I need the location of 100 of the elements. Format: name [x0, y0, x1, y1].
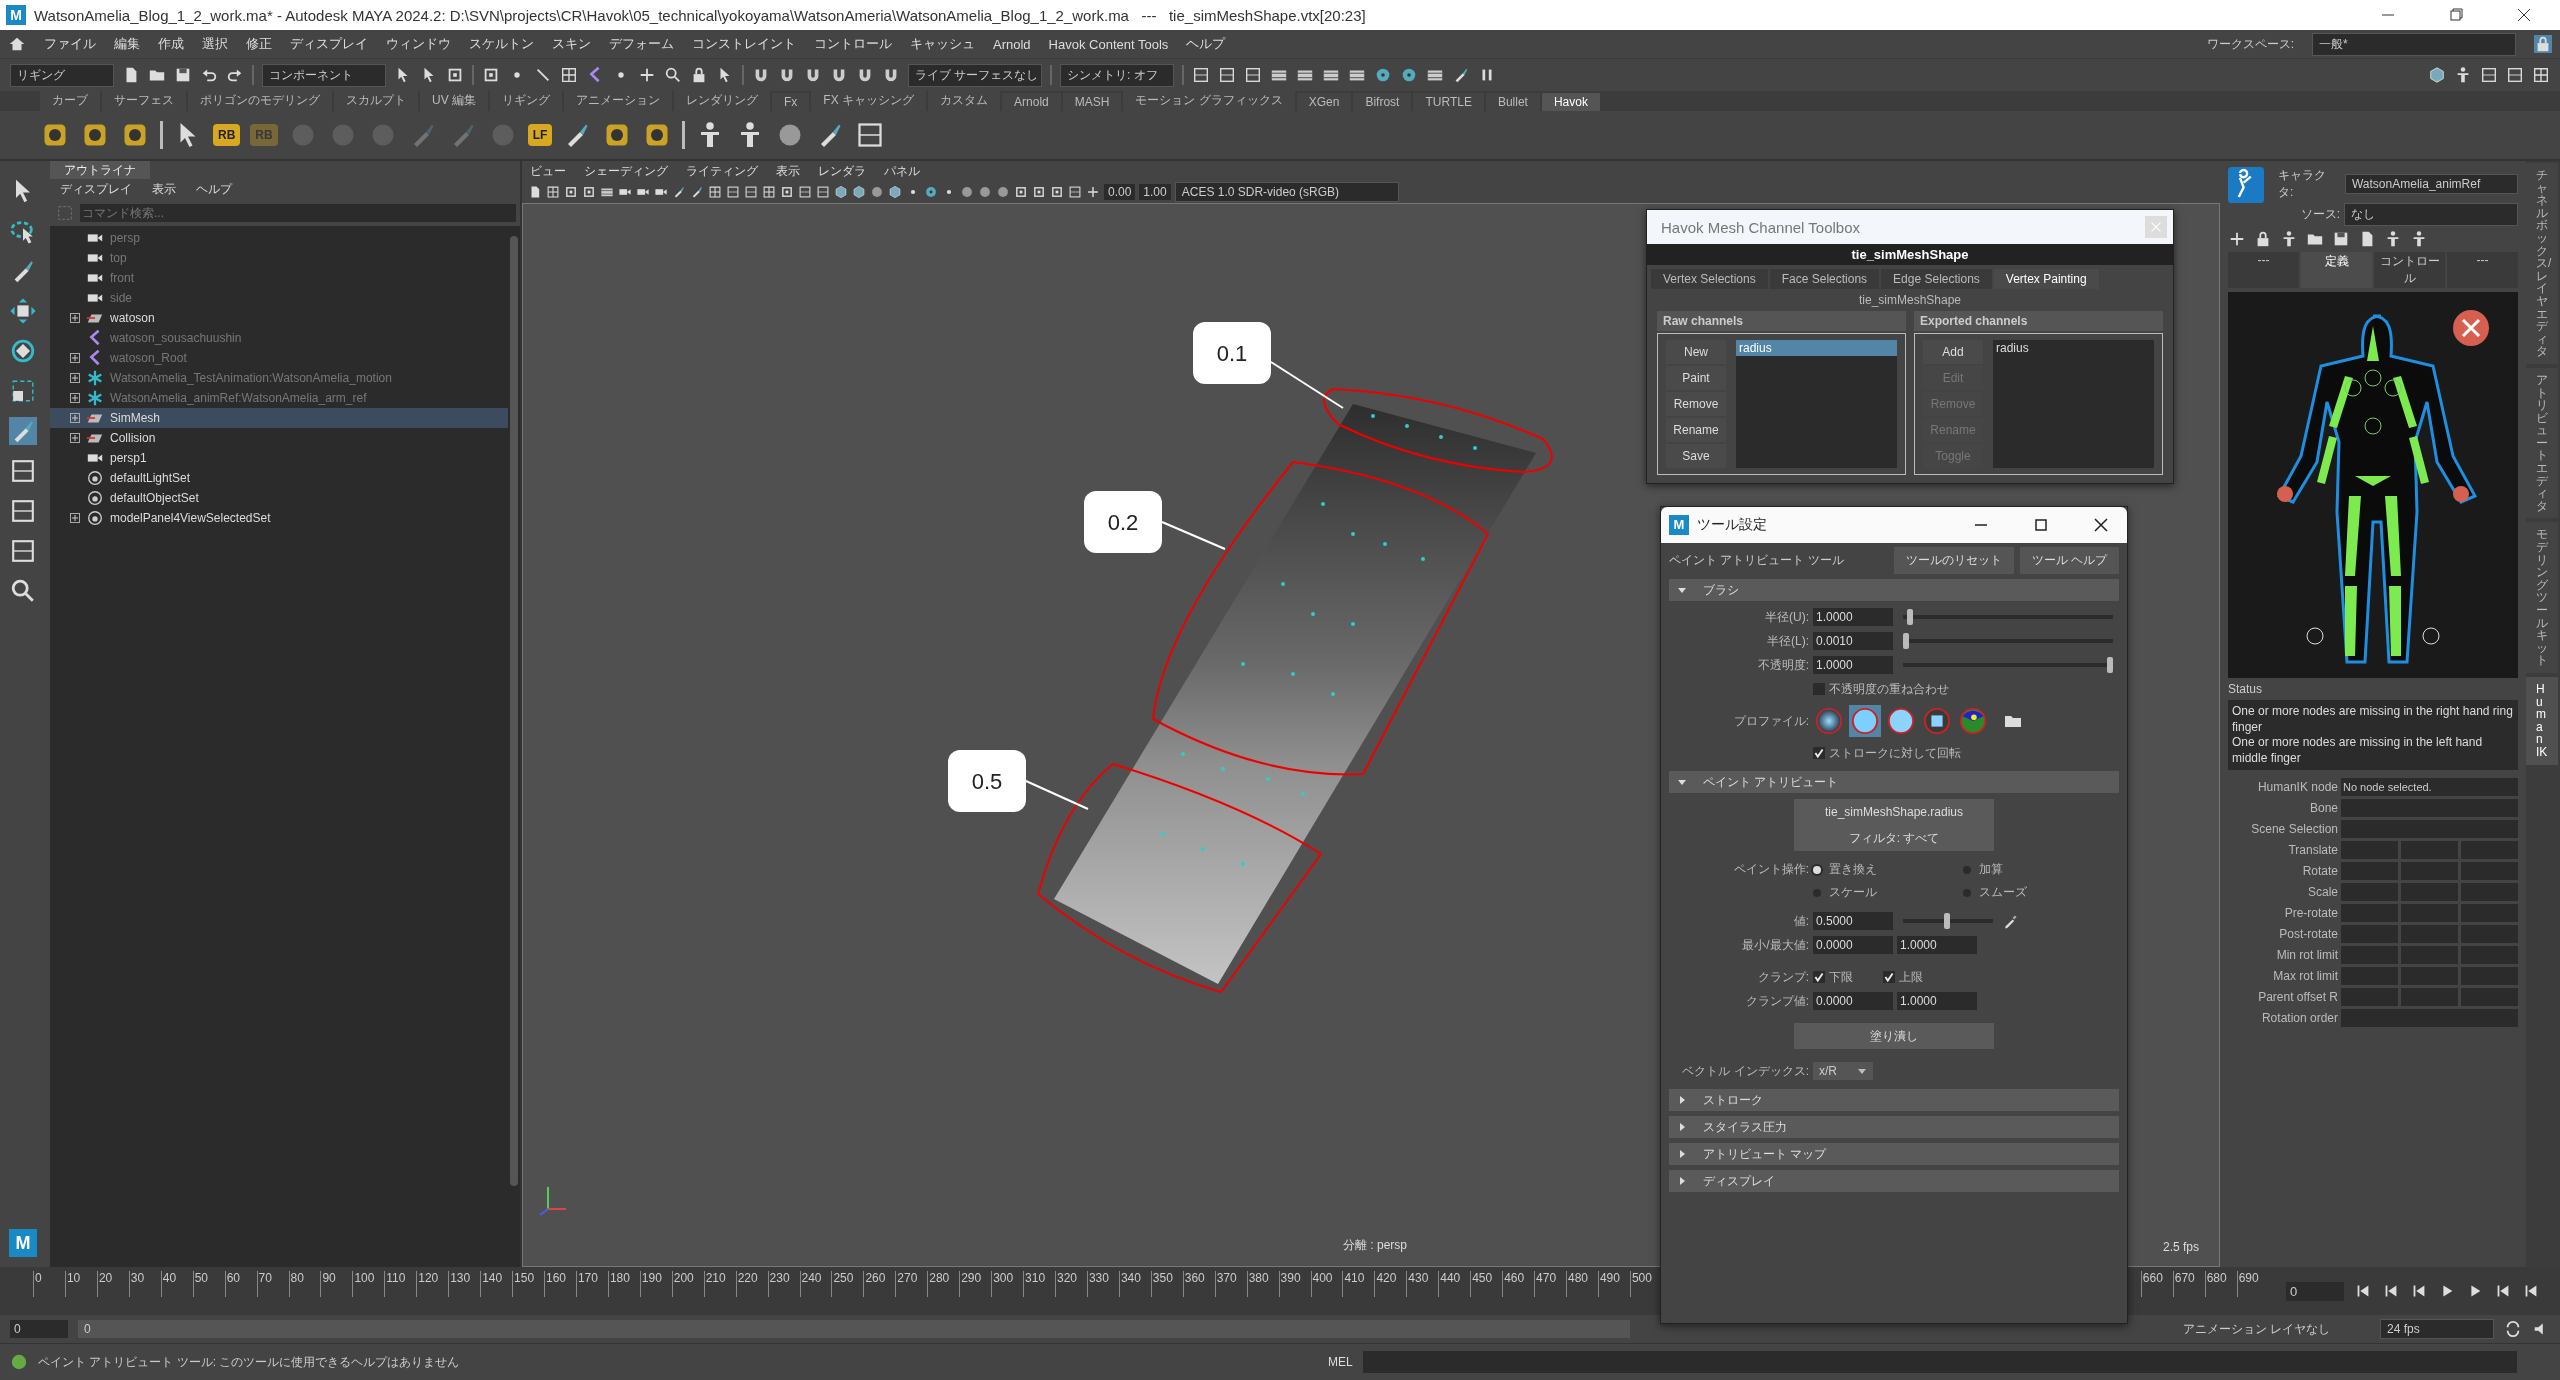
checkbox[interactable] — [1813, 683, 1825, 695]
grid-icon[interactable] — [708, 185, 722, 199]
disclosure-triangle-icon[interactable] — [1677, 1149, 1687, 1159]
menu-item[interactable]: ヘルプ — [1186, 35, 1226, 53]
sphere-icon[interactable] — [960, 185, 974, 199]
tab[interactable]: Edge Selections — [1881, 269, 1992, 289]
shelf-tab[interactable]: レンダリング — [674, 90, 770, 111]
slider-thumb[interactable] — [1903, 633, 1909, 649]
layout-icon[interactable] — [2506, 66, 2524, 84]
layout-icon[interactable] — [9, 537, 37, 565]
shelf-tab[interactable]: TURTLE — [1413, 93, 1484, 111]
brush-icon[interactable] — [672, 185, 686, 199]
value-field[interactable] — [2341, 820, 2518, 839]
channel-button[interactable]: New — [1666, 340, 1726, 364]
home-icon[interactable] — [8, 35, 26, 53]
expand-icon[interactable] — [70, 373, 80, 383]
soft-brush-icon[interactable] — [1813, 705, 1845, 737]
brush-icon[interactable] — [690, 185, 704, 199]
square-icon[interactable] — [482, 66, 500, 84]
value-field[interactable] — [2401, 883, 2458, 902]
flood-button[interactable]: 塗り潰し — [1794, 1023, 1994, 1049]
disclosure-triangle-icon[interactable] — [1677, 585, 1687, 595]
value-field[interactable] — [2461, 883, 2518, 902]
menu-item[interactable]: 選択 — [202, 35, 228, 53]
value-field[interactable] — [2341, 883, 2398, 902]
menu-item[interactable]: 作成 — [158, 35, 184, 53]
grid-icon[interactable] — [2532, 66, 2550, 84]
sphere-icon[interactable] — [996, 185, 1010, 199]
color-space-dropdown[interactable]: ACES 1.0 SDR-video (sRGB) — [1174, 182, 1399, 202]
outliner-item[interactable]: watoson — [50, 308, 508, 328]
menu-item[interactable]: スケルトン — [469, 35, 534, 53]
shelf-tab[interactable]: カーブ — [40, 90, 100, 111]
channel-button[interactable]: Remove — [1666, 392, 1726, 416]
shelf-tab[interactable]: Bullet — [1485, 93, 1540, 111]
current-frame-field[interactable]: 0 — [2286, 1281, 2344, 1301]
menu-item[interactable]: ディスプレイ — [60, 181, 132, 198]
outliner-item[interactable]: defaultObjectSet — [50, 488, 508, 508]
outliner-item[interactable]: SimMesh — [50, 408, 508, 428]
layout-icon[interactable] — [2480, 66, 2498, 84]
layout-icon[interactable] — [9, 457, 37, 485]
shelf-tab[interactable]: XGen — [1296, 93, 1352, 111]
layout-icon[interactable] — [744, 185, 758, 199]
channel-button[interactable]: Save — [1666, 444, 1726, 468]
anim-layer-dropdown[interactable]: アニメーション レイヤなし — [2182, 1320, 2330, 1338]
menu-item[interactable]: キャッシュ — [910, 35, 975, 53]
plus-icon[interactable] — [1086, 185, 1100, 199]
move-icon[interactable] — [9, 297, 37, 325]
checkbox[interactable] — [1813, 971, 1825, 983]
value-field[interactable] — [2461, 925, 2518, 944]
radio-option[interactable]: スケール — [1813, 884, 1963, 901]
gamma-field[interactable]: 1.00 — [1139, 184, 1171, 200]
shelf-tab[interactable]: ポリゴンのモデリング — [188, 90, 332, 111]
side-tab[interactable]: チャネルボックス/レイヤエディタ — [2526, 163, 2558, 364]
outliner-item[interactable]: modelPanel4ViewSelectedSet — [50, 508, 508, 528]
menu-item[interactable]: スキン — [552, 35, 591, 53]
tab[interactable]: Vertex Painting — [1993, 269, 2099, 289]
cube-icon[interactable] — [2428, 66, 2446, 84]
side-tab[interactable]: モデリングツールキット — [2526, 522, 2558, 673]
slider-thumb[interactable] — [1944, 913, 1951, 929]
layout-icon[interactable] — [1192, 66, 1210, 84]
square-icon[interactable] — [780, 185, 794, 199]
value-field[interactable] — [2341, 841, 2398, 860]
shelf-tab[interactable]: アニメーション — [564, 90, 672, 111]
expand-icon[interactable] — [70, 433, 80, 443]
value-field[interactable]: 0.0000 — [1813, 992, 1893, 1010]
selection-mode-dropdown[interactable]: コンポーネント — [262, 63, 386, 87]
panel-tab[interactable]: 定義 — [2301, 252, 2372, 288]
channel-button[interactable]: Rename — [1666, 418, 1726, 442]
shelf-button[interactable]: LF — [527, 124, 553, 146]
tool-button[interactable]: ツール ヘルプ — [2019, 547, 2119, 574]
fps-dropdown[interactable]: 24 fps — [2380, 1319, 2494, 1339]
value-field[interactable] — [2461, 862, 2518, 881]
disclosure-triangle-icon[interactable] — [1677, 777, 1687, 787]
sphere-icon[interactable] — [870, 185, 884, 199]
radio-option[interactable]: スムーズ — [1963, 884, 2113, 901]
save-icon[interactable] — [174, 66, 192, 84]
expand-icon[interactable] — [70, 393, 80, 403]
menu-item[interactable]: デフォーム — [609, 35, 674, 53]
search-icon[interactable] — [664, 66, 682, 84]
cube-icon[interactable] — [834, 185, 848, 199]
humanik-menu-icon[interactable] — [2228, 167, 2264, 203]
value-field[interactable] — [2401, 946, 2458, 965]
start-frame-field[interactable]: 0 — [10, 1320, 68, 1338]
dropdown-arrow-icon[interactable] — [1857, 1066, 1867, 1076]
save-icon[interactable] — [2332, 230, 2350, 248]
paint-tool-icon[interactable] — [9, 417, 37, 445]
remove-icon[interactable] — [2453, 310, 2489, 346]
channel-item[interactable]: radius — [1736, 340, 1897, 356]
cube-icon[interactable] — [888, 185, 902, 199]
value-field[interactable] — [2341, 799, 2518, 818]
square-icon[interactable] — [446, 66, 464, 84]
menu-item[interactable]: Arnold — [993, 36, 1031, 52]
shelf-tab[interactable]: Bifrost — [1353, 93, 1412, 111]
eyedropper-icon[interactable] — [2003, 913, 2019, 929]
expand-icon[interactable] — [70, 513, 80, 523]
menu-item[interactable]: ファイル — [44, 35, 96, 53]
character-dropdown[interactable]: WatsonAmelia_animRef — [2344, 174, 2518, 194]
value-field[interactable] — [2401, 841, 2458, 860]
disc-icon[interactable] — [1374, 66, 1392, 84]
shelf-tab[interactable]: スカルプト — [334, 90, 418, 111]
